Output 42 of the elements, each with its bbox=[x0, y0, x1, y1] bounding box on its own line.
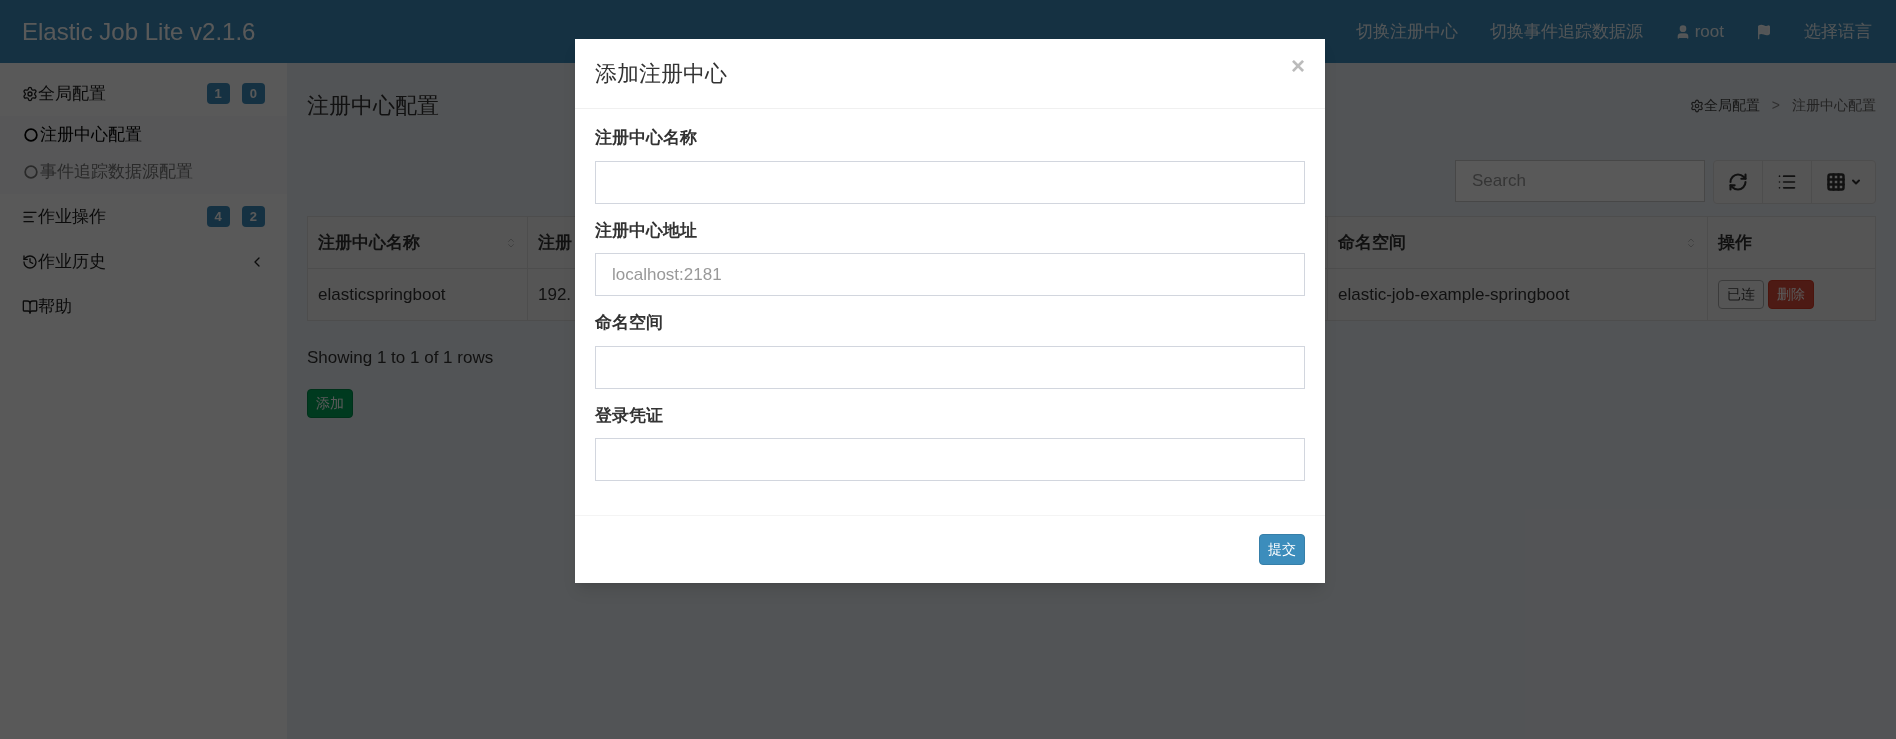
sidebar-item[interactable]: 作业操作 4 2 bbox=[0, 194, 287, 239]
count-badge: 2 bbox=[241, 205, 265, 228]
breadcrumb-separator: > bbox=[1770, 96, 1781, 115]
input-field[interactable] bbox=[595, 160, 1305, 204]
page-title: 注册中心配置 bbox=[307, 92, 439, 120]
app-title: Elastic Job Lite v2.1.6 bbox=[21, 16, 257, 47]
submenu-item[interactable]: 注册中心配置 bbox=[0, 116, 287, 153]
close-button[interactable]: × bbox=[1291, 53, 1305, 78]
input-field[interactable]: localhost:2181 bbox=[595, 253, 1305, 296]
book-icon bbox=[22, 298, 38, 315]
add-button[interactable]: 添加 bbox=[307, 388, 353, 418]
field-label: 注册中心地址 bbox=[595, 219, 698, 242]
connect-button[interactable]: 已连 bbox=[1718, 280, 1764, 309]
count-badge: 4 bbox=[206, 205, 230, 228]
count-badge: 1 bbox=[206, 82, 230, 105]
history-icon bbox=[22, 253, 38, 270]
list-icon bbox=[1777, 172, 1797, 192]
pagination-summary: Showing 1 to 1 of 1 rows bbox=[307, 347, 494, 369]
grid-icon bbox=[1825, 172, 1846, 192]
field-label: 登录凭证 bbox=[595, 404, 664, 427]
delete-button[interactable]: 删除 bbox=[1768, 280, 1814, 309]
circle-icon bbox=[24, 127, 38, 142]
modal-title: 添加注册中心 bbox=[595, 60, 727, 88]
gear-icon bbox=[1689, 98, 1704, 113]
sidebar-item[interactable]: 帮助 bbox=[0, 284, 287, 329]
breadcrumb-link[interactable]: 全局配置 bbox=[1689, 95, 1760, 116]
flag-icon bbox=[1756, 23, 1772, 40]
column-header[interactable]: 注册中心名称 bbox=[307, 216, 528, 269]
table-cell: elastic-job-example-springboot bbox=[1327, 268, 1708, 321]
sidebar-item[interactable]: 作业历史 bbox=[0, 239, 287, 284]
sidebar-item[interactable]: 全局配置 1 0 bbox=[0, 71, 287, 116]
count-badge: 0 bbox=[241, 82, 265, 105]
column-header[interactable]: 操作 bbox=[1707, 216, 1876, 269]
field-label: 注册中心名称 bbox=[595, 127, 698, 149]
input-field[interactable] bbox=[595, 438, 1305, 481]
gear-icon bbox=[22, 85, 38, 102]
refresh-icon bbox=[1728, 172, 1748, 192]
column-header[interactable]: 命名空间 bbox=[1327, 216, 1708, 269]
input-field[interactable] bbox=[595, 345, 1305, 389]
circle-icon bbox=[24, 164, 38, 179]
table-cell: elasticspringboot bbox=[307, 268, 528, 321]
submit-button[interactable]: 提交 bbox=[1259, 534, 1305, 565]
